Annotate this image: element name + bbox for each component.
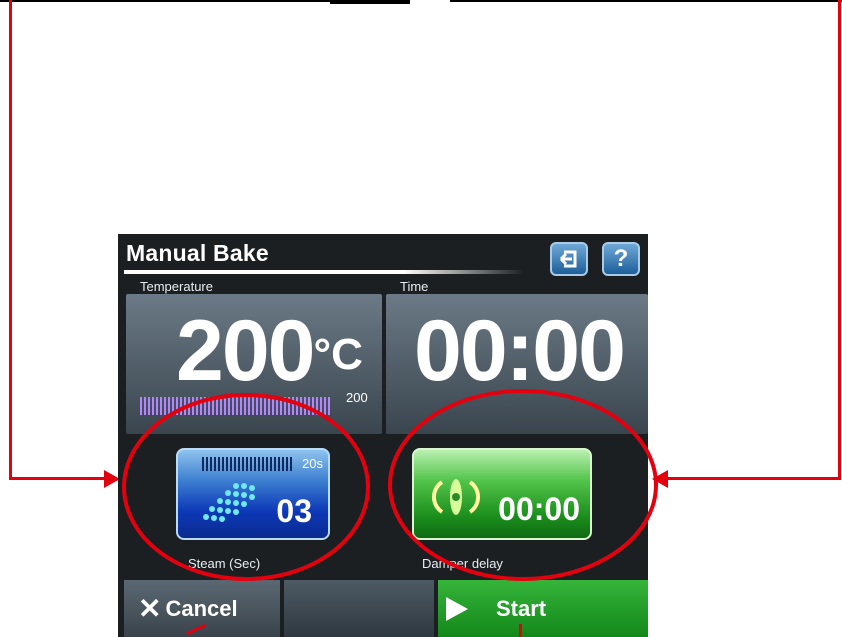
annotation-line-left-vertical bbox=[9, 0, 12, 480]
close-icon: ✕ bbox=[138, 593, 162, 624]
help-icon: ? bbox=[613, 245, 629, 272]
temperature-setpoint: 200 bbox=[346, 390, 368, 405]
top-border-left bbox=[0, 0, 330, 2]
bottom-blank-button[interactable] bbox=[284, 580, 434, 637]
annotation-line-right-vertical bbox=[838, 0, 841, 480]
temperature-value: 200°C bbox=[176, 303, 363, 399]
annotation-line-right-horizontal bbox=[665, 477, 841, 480]
annotation-circle-steam bbox=[122, 393, 370, 581]
help-button[interactable]: ? bbox=[602, 242, 640, 276]
play-icon bbox=[446, 596, 468, 621]
top-border-block bbox=[330, 0, 410, 4]
start-label: Start bbox=[496, 595, 547, 621]
start-button[interactable]: Start bbox=[438, 580, 648, 637]
cancel-button[interactable]: ✕ Cancel bbox=[124, 580, 280, 637]
annotation-marker-bottom-right bbox=[519, 624, 522, 637]
title-underline bbox=[124, 270, 524, 274]
cancel-label: Cancel bbox=[165, 595, 238, 621]
temperature-label: Temperature bbox=[140, 279, 213, 294]
top-border-right bbox=[450, 0, 842, 2]
back-button[interactable] bbox=[550, 242, 588, 276]
page-title: Manual Bake bbox=[126, 240, 269, 266]
annotation-line-left-horizontal bbox=[9, 477, 109, 480]
back-arrow-icon bbox=[559, 250, 577, 268]
time-value: 00:00 bbox=[414, 303, 626, 399]
time-label: Time bbox=[400, 279, 429, 294]
annotation-circle-damper bbox=[388, 389, 658, 581]
